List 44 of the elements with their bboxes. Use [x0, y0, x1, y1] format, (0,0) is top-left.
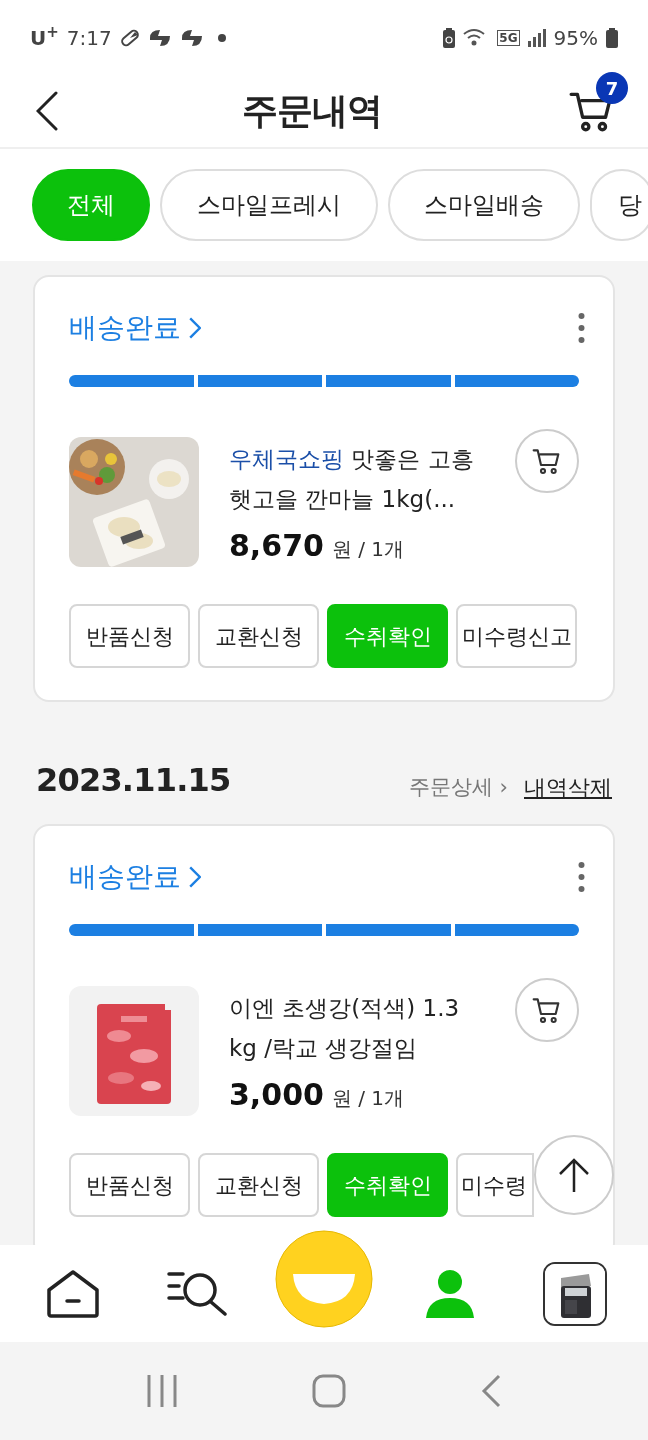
more-icon[interactable] [578, 862, 585, 892]
order-detail-link[interactable]: 주문상세 › [408, 771, 508, 804]
chevron-right-icon [189, 316, 201, 340]
home-icon[interactable] [46, 1269, 99, 1318]
pill-icon [119, 27, 140, 48]
price-unit: 원 / 1개 [331, 536, 405, 563]
order-action-button[interactable]: 미수령신고 [456, 604, 577, 668]
search-icon[interactable] [167, 1271, 230, 1316]
clock: 7:17 [66, 24, 112, 52]
order-action-button[interactable]: 교환신청 [198, 1153, 319, 1217]
price: 8,670 [229, 527, 324, 565]
product-title[interactable]: 이엔 초생강(적색) 1.3 kg /락교 생강절임 [229, 988, 484, 1068]
network-type: 5G [497, 29, 520, 46]
page-title: 주문내역 [241, 89, 383, 133]
delivery-status-link[interactable]: 배송완료 [69, 307, 201, 349]
dot-icon [217, 33, 226, 42]
filter-chip[interactable]: 스마일프레시 [160, 169, 378, 241]
filter-chip[interactable]: 당 [590, 169, 648, 241]
chevron-right-icon [189, 865, 201, 889]
notification-icon [179, 28, 204, 47]
recent-apps-icon[interactable] [147, 1375, 178, 1407]
arrow-up-icon [558, 1158, 590, 1192]
order-action-button[interactable]: 반품신청 [69, 604, 190, 668]
cart-count-badge: 7 [596, 72, 628, 104]
order-action-button[interactable]: 반품신청 [69, 1153, 190, 1217]
more-icon[interactable] [578, 313, 585, 343]
back-icon[interactable] [36, 91, 58, 131]
order-date: 2023.11.15 [36, 760, 231, 801]
order-action-button[interactable]: 미수령 [456, 1153, 534, 1217]
delivery-status-link[interactable]: 배송완료 [69, 856, 201, 898]
home-button-icon[interactable] [312, 1374, 346, 1408]
recent-item-thumbnail[interactable] [543, 1261, 608, 1326]
delete-history-link[interactable]: 내역삭제 [524, 771, 612, 804]
carrier-label: U$^{+}$ [30, 22, 59, 52]
battery-saver-icon [443, 27, 456, 48]
battery-percent: 95% [553, 24, 598, 52]
product-title[interactable]: 우체국쇼핑 맛좋은 고흥 햇고을 깐마늘 1kg(... [229, 439, 484, 519]
signal-icon [527, 28, 546, 47]
notification-icon [147, 28, 172, 47]
order-action-button[interactable]: 교환신청 [198, 604, 319, 668]
price: 3,000 [229, 1076, 324, 1114]
filter-chip[interactable]: 스마일배송 [388, 169, 580, 241]
battery-icon [606, 27, 618, 48]
price-unit: 원 / 1개 [331, 1085, 405, 1112]
